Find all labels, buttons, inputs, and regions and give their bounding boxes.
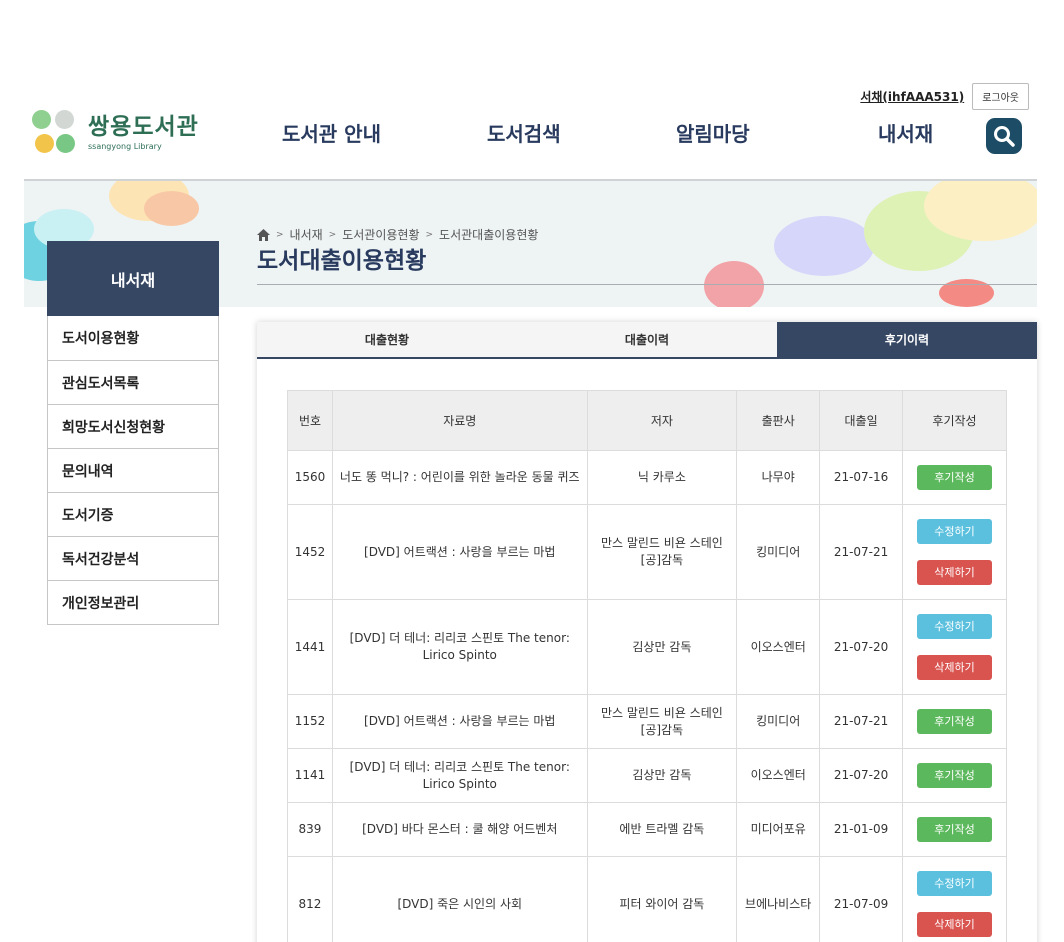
sidebar-item-inquiries[interactable]: 문의내역 — [48, 448, 218, 492]
tab-review-history[interactable]: 후기이력 — [777, 322, 1037, 357]
cell-title: 너도 똥 먹니? : 어린이를 위한 놀라운 동물 퀴즈 — [331, 450, 588, 505]
cell-number: 1152 — [287, 694, 333, 749]
cell-number: 1452 — [287, 504, 333, 600]
edit-review-button[interactable]: 수정하기 — [916, 871, 992, 896]
cell-publisher: 나무야 — [736, 450, 821, 505]
cell-actions: 후기작성 — [901, 802, 1008, 857]
search-button[interactable] — [986, 118, 1022, 154]
nav-book-search[interactable]: 도서검색 — [487, 118, 561, 147]
page-title: 도서대출이용현황 — [257, 248, 427, 274]
review-table: 번호 자료명 저자 출판사 대출일 후기작성 1560 너도 똥 먹니? : 어… — [287, 390, 1008, 942]
cell-actions: 후기작성 — [901, 450, 1008, 505]
cell-title: [DVD] 더 테너: 리리코 스핀토 The tenor: Lirico Sp… — [331, 599, 588, 695]
cell-publisher: 킹미디어 — [736, 694, 821, 749]
write-review-button[interactable]: 후기작성 — [916, 465, 992, 490]
cell-publisher: 킹미디어 — [736, 504, 821, 600]
sidebar-title: 내서재 — [47, 241, 219, 316]
cell-author: 피터 와이어 감독 — [586, 856, 738, 942]
sidebar-item-wish-books[interactable]: 희망도서신청현황 — [48, 404, 218, 448]
search-icon — [994, 126, 1015, 147]
sidebar-item-donation[interactable]: 도서기증 — [48, 492, 218, 536]
table-row: 1141 [DVD] 더 테너: 리리코 스핀토 The tenor: Liri… — [287, 748, 1008, 803]
sidebar-item-usage[interactable]: 도서이용현황 — [48, 316, 218, 360]
tab-loan-status[interactable]: 대출현황 — [257, 322, 517, 357]
cell-author: 김상만 감독 — [586, 748, 738, 803]
cell-date: 21-07-21 — [819, 504, 903, 600]
table-row: 839 [DVD] 바다 몬스터 : 쿨 해양 어드벤처 에반 트라멜 감독 미… — [287, 802, 1008, 857]
cell-date: 21-07-20 — [819, 599, 903, 695]
cell-actions: 후기작성 — [901, 748, 1008, 803]
column-header: 번호 — [287, 390, 333, 451]
nav-my-library[interactable]: 내서재 — [878, 118, 933, 147]
sidebar-item-reading-analysis[interactable]: 독서건강분석 — [48, 536, 218, 580]
cell-actions: 수정하기 삭제하기 — [901, 856, 1008, 942]
column-header: 후기작성 — [901, 390, 1008, 451]
tab-loan-history[interactable]: 대출이력 — [517, 322, 777, 357]
user-bar: 서채(ihfAAA531) 로그아웃 — [860, 83, 1029, 110]
write-review-button[interactable]: 후기작성 — [916, 763, 992, 788]
cell-title: [DVD] 어트랙션 : 사랑을 부르는 마법 — [331, 504, 588, 600]
logo-name: 쌍용도서관 — [88, 113, 199, 140]
cell-number: 812 — [287, 856, 333, 942]
logo-icon — [32, 110, 78, 154]
delete-review-button[interactable]: 삭제하기 — [916, 655, 992, 680]
cell-actions: 후기작성 — [901, 694, 1008, 749]
column-header: 저자 — [586, 390, 738, 451]
write-review-button[interactable]: 후기작성 — [916, 817, 992, 842]
cell-date: 21-07-20 — [819, 748, 903, 803]
cell-title: [DVD] 어트랙션 : 사랑을 부르는 마법 — [331, 694, 588, 749]
nav-notice[interactable]: 알림마당 — [676, 118, 750, 147]
sidebar-item-privacy[interactable]: 개인정보관리 — [48, 580, 218, 624]
column-header: 자료명 — [331, 390, 588, 451]
cell-number: 1141 — [287, 748, 333, 803]
cell-publisher: 이오스엔터 — [736, 748, 821, 803]
edit-review-button[interactable]: 수정하기 — [916, 614, 992, 639]
cell-actions: 수정하기 삭제하기 — [901, 599, 1008, 695]
cell-title: [DVD] 더 테너: 리리코 스핀토 The tenor: Lirico Sp… — [331, 748, 588, 803]
cell-date: 21-01-09 — [819, 802, 903, 857]
table-header-row: 번호 자료명 저자 출판사 대출일 후기작성 — [287, 390, 1008, 451]
table-row: 1560 너도 똥 먹니? : 어린이를 위한 놀라운 동물 퀴즈 닉 카루소 … — [287, 450, 1008, 505]
content-panel: 대출현황 대출이력 후기이력 번호 자료명 저자 출판사 대출일 후기작성 15… — [257, 322, 1037, 942]
delete-review-button[interactable]: 삭제하기 — [916, 912, 992, 937]
column-header: 출판사 — [736, 390, 821, 451]
table-row: 1152 [DVD] 어트랙션 : 사랑을 부르는 마법 만스 말린드 비욘 스… — [287, 694, 1008, 749]
cell-number: 1560 — [287, 450, 333, 505]
cell-author: 김상만 감독 — [586, 599, 738, 695]
library-logo[interactable]: 쌍용도서관 ssangyong Library — [32, 110, 199, 154]
cell-author: 만스 말린드 비욘 스테인 [공]감독 — [586, 504, 738, 600]
cell-author: 만스 말린드 비욘 스테인 [공]감독 — [586, 694, 738, 749]
cell-date: 21-07-16 — [819, 450, 903, 505]
cell-date: 21-07-21 — [819, 694, 903, 749]
table-row: 1441 [DVD] 더 테너: 리리코 스핀토 The tenor: Liri… — [287, 599, 1008, 695]
cell-publisher: 이오스엔터 — [736, 599, 821, 695]
sidebar-menu: 도서이용현황 관심도서목록 희망도서신청현황 문의내역 도서기증 독서건강분석 … — [47, 316, 219, 625]
write-review-button[interactable]: 후기작성 — [916, 709, 992, 734]
cell-publisher: 미디어포유 — [736, 802, 821, 857]
cell-title: [DVD] 죽은 시인의 사회 — [331, 856, 588, 942]
title-divider — [257, 284, 1037, 285]
user-link[interactable]: 서채(ihfAAA531) — [860, 88, 964, 105]
delete-review-button[interactable]: 삭제하기 — [916, 560, 992, 585]
sidebar-item-favorites[interactable]: 관심도서목록 — [48, 360, 218, 404]
nav-library-guide[interactable]: 도서관 안내 — [282, 118, 381, 147]
column-header: 대출일 — [819, 390, 903, 451]
home-icon[interactable] — [257, 228, 270, 241]
cell-date: 21-07-09 — [819, 856, 903, 942]
edit-review-button[interactable]: 수정하기 — [916, 519, 992, 544]
cell-actions: 수정하기 삭제하기 — [901, 504, 1008, 600]
cell-title: [DVD] 바다 몬스터 : 쿨 해양 어드벤처 — [331, 802, 588, 857]
cell-number: 1441 — [287, 599, 333, 695]
tab-bar: 대출현황 대출이력 후기이력 — [257, 322, 1037, 359]
table-row: 812 [DVD] 죽은 시인의 사회 피터 와이어 감독 브에나비스타 21-… — [287, 856, 1008, 942]
cell-publisher: 브에나비스타 — [736, 856, 821, 942]
cell-author: 에반 트라멜 감독 — [586, 802, 738, 857]
table-row: 1452 [DVD] 어트랙션 : 사랑을 부르는 마법 만스 말린드 비욘 스… — [287, 504, 1008, 600]
logout-button[interactable]: 로그아웃 — [972, 83, 1029, 110]
cell-author: 닉 카루소 — [586, 450, 738, 505]
breadcrumb-item[interactable]: 도서관대출이용현황 — [439, 226, 538, 243]
logo-subtitle: ssangyong Library — [88, 141, 162, 151]
cell-number: 839 — [287, 802, 333, 857]
